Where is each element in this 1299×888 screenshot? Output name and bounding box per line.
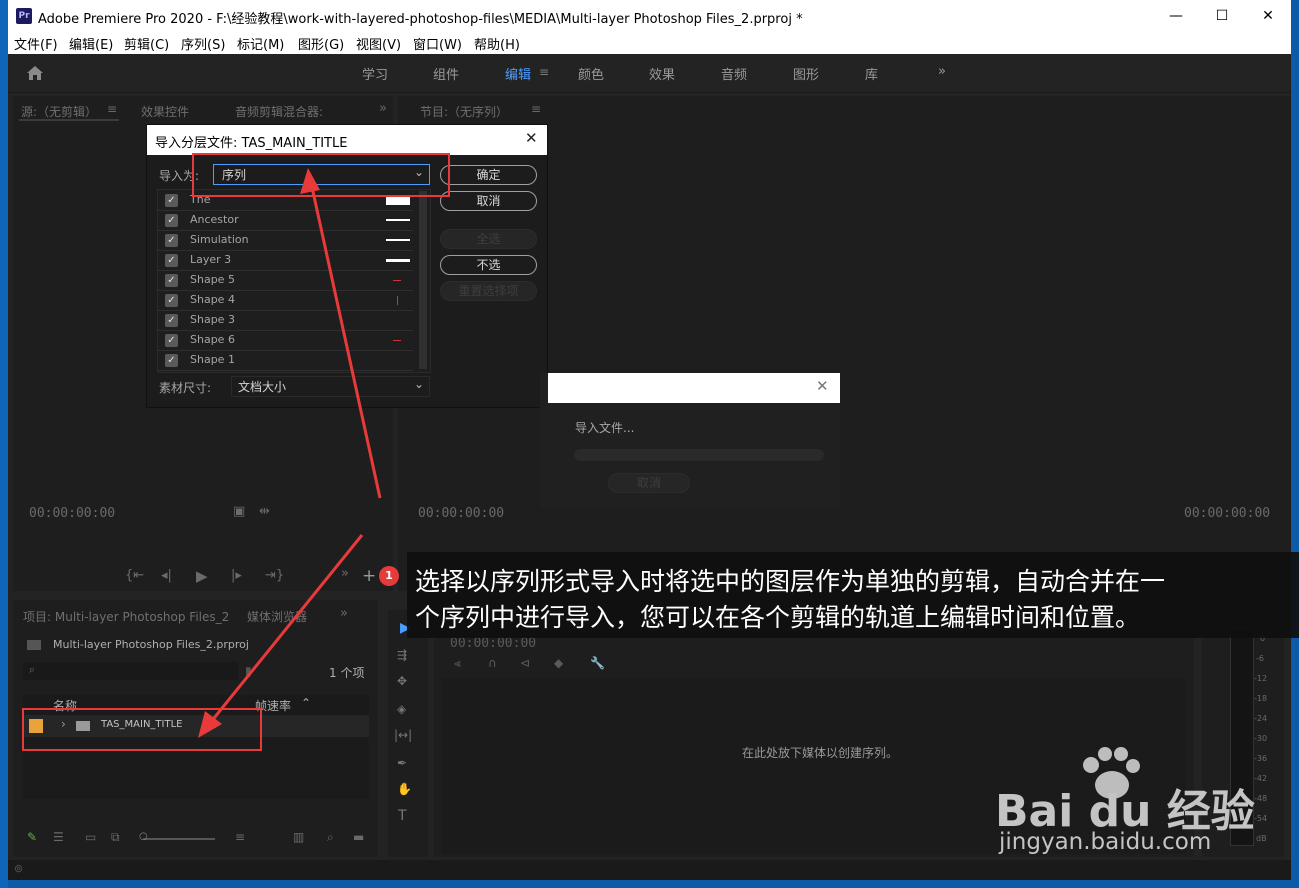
arrow-line-up bbox=[308, 177, 382, 499]
caption-box: 选择以序列形式导入时将选中的图层作为单独的剪辑，自动合并在一 个序列中进行导入，… bbox=[407, 552, 1299, 638]
arrow-line-down bbox=[204, 534, 364, 729]
caption-line-2: 个序列中进行导入，您可以在各个剪辑的轨道上编辑时间和位置。 bbox=[415, 603, 1141, 632]
watermark-url: jingyan.baidu.com bbox=[999, 829, 1212, 855]
arrow-head-up bbox=[300, 168, 320, 194]
baidu-watermark: Bai du 经验 jingyan.baidu.com bbox=[995, 745, 1295, 865]
caption-line-1: 选择以序列形式导入时将选中的图层作为单独的剪辑，自动合并在一 bbox=[415, 567, 1166, 596]
arrow-head-down bbox=[198, 711, 222, 738]
step-badge: 1 bbox=[379, 566, 399, 586]
